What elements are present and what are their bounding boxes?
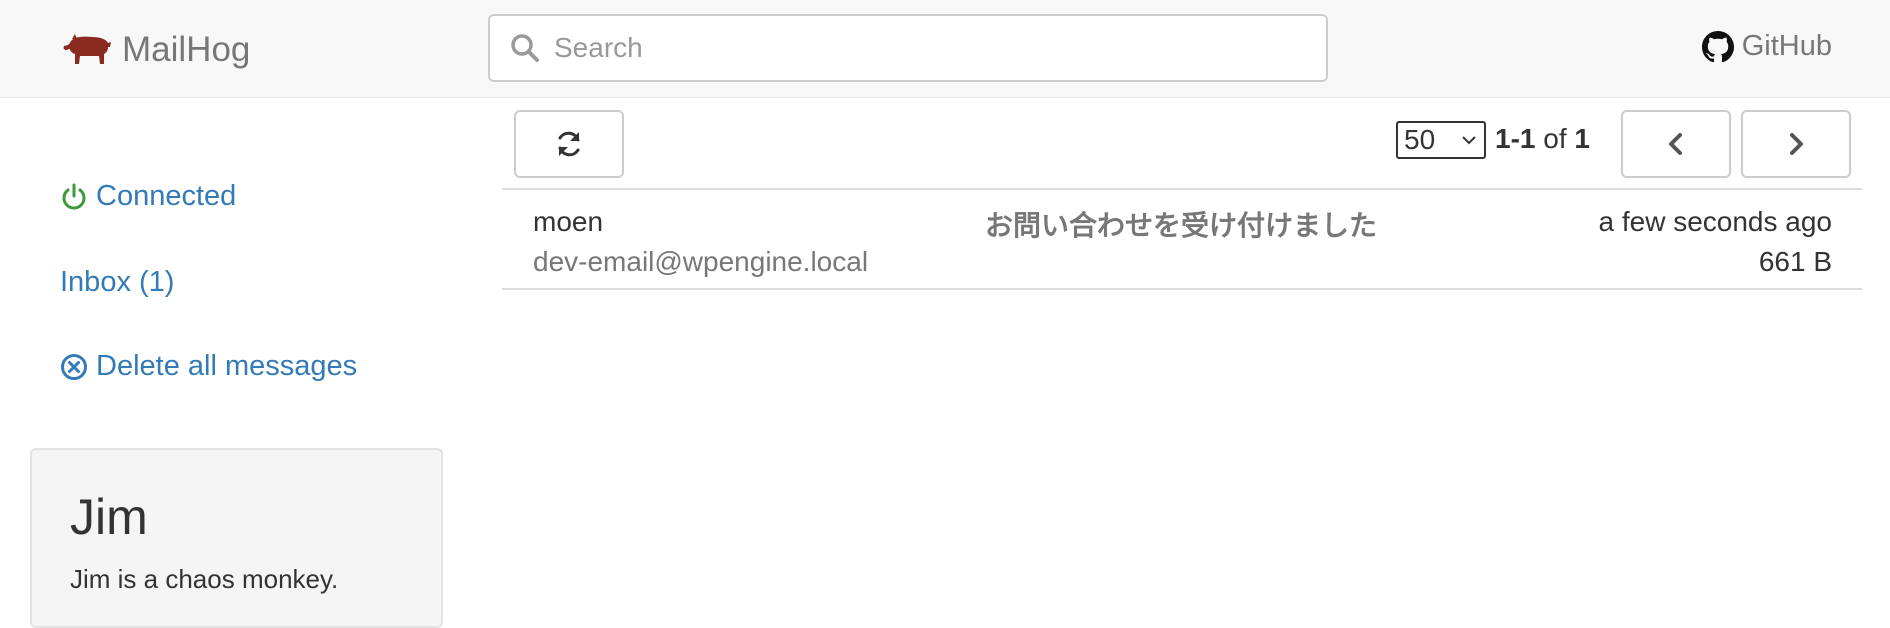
refresh-button[interactable] <box>514 110 624 178</box>
message-to: dev-email@wpengine.local <box>533 246 869 277</box>
search-input[interactable] <box>554 32 1294 64</box>
jim-title: Jim <box>70 489 148 545</box>
pagination-range: 1-1 <box>1495 123 1536 154</box>
message-row[interactable]: moen dev-email@wpengine.local お問い合わせを受け付… <box>502 188 1862 290</box>
jim-panel: Jim Jim is a chaos monkey. <box>30 448 443 628</box>
pagination-total: 1 <box>1574 123 1590 154</box>
pagination-info: 1-1 of 1 <box>1495 123 1590 155</box>
chevron-right-icon <box>1790 133 1803 155</box>
sidebar-item-inbox[interactable]: Inbox (1) <box>60 266 174 299</box>
search-box[interactable] <box>488 14 1328 82</box>
page-size-select[interactable]: 50 <box>1396 121 1486 159</box>
top-navbar: MailHog GitHub <box>0 0 1890 98</box>
brand-link[interactable]: MailHog <box>62 28 250 72</box>
search-icon <box>511 34 539 62</box>
chevron-down-icon <box>1462 136 1476 145</box>
message-subject: お問い合わせを受け付けました <box>985 209 1378 242</box>
brand-title: MailHog <box>122 30 251 69</box>
previous-page-button[interactable] <box>1621 110 1731 178</box>
refresh-icon <box>558 131 580 157</box>
jim-description: Jim is a chaos monkey. <box>70 564 339 594</box>
page-size-value: 50 <box>1404 124 1436 155</box>
power-icon <box>62 183 86 209</box>
message-list: moen dev-email@wpengine.local お問い合わせを受け付… <box>502 188 1862 290</box>
next-page-button[interactable] <box>1741 110 1851 178</box>
connected-label: Connected <box>96 180 237 212</box>
remove-circle-icon <box>61 353 87 380</box>
message-from: moen <box>533 206 604 237</box>
github-link[interactable]: GitHub <box>1701 30 1832 63</box>
delete-all-messages-link[interactable]: Delete all messages <box>60 350 357 383</box>
delete-all-label: Delete all messages <box>96 350 358 382</box>
message-size: 661 B <box>1758 246 1832 277</box>
github-label: GitHub <box>1741 30 1832 62</box>
connected-status[interactable]: Connected <box>60 180 236 213</box>
github-icon <box>1701 30 1734 62</box>
pig-logo-icon <box>63 34 111 64</box>
chevron-left-icon <box>1669 133 1682 155</box>
inbox-label: Inbox (1) <box>60 266 175 298</box>
message-time: a few seconds ago <box>1598 206 1833 237</box>
pagination-of: of <box>1543 123 1567 154</box>
